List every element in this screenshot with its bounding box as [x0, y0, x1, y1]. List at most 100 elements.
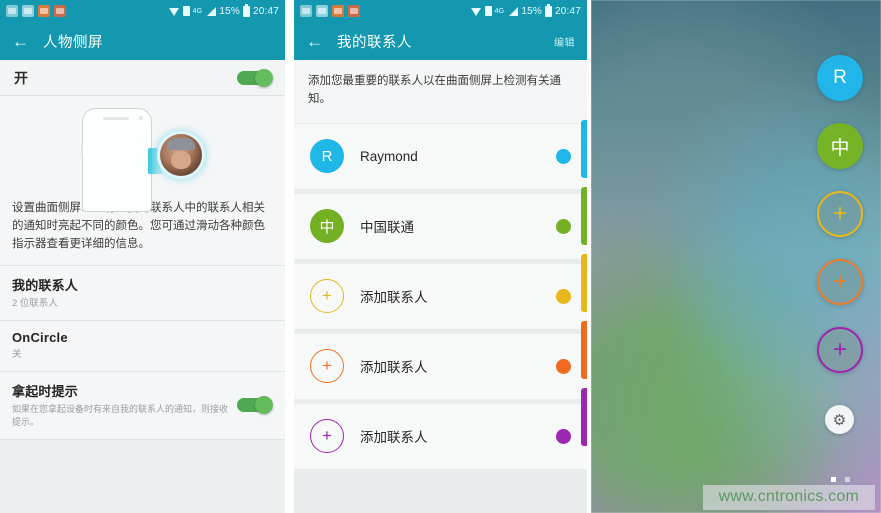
edge-color-strip [581, 388, 587, 446]
switch-knob [255, 396, 273, 415]
app-red-icon [54, 5, 66, 17]
sidebar-item-lift-alert[interactable]: 拿起时提示 如果在您拿起设备时有来自我的联系人的通知，则接收提示。 [0, 371, 285, 440]
contact-avatar: R [310, 139, 344, 174]
message-icon [6, 5, 18, 17]
contact-name: 添加联系人 [360, 290, 428, 306]
list-item-title: 我的联系人 [12, 278, 79, 294]
contact-name: 添加联系人 [360, 430, 428, 446]
contact-row[interactable]: 中中国联通 [294, 192, 587, 259]
sim-icon [484, 6, 492, 16]
signal-icon [507, 6, 519, 16]
color-indicator-dot[interactable] [556, 288, 571, 304]
wifi-icon [470, 7, 482, 16]
switch-knob [255, 68, 273, 87]
master-toggle-switch[interactable] [237, 68, 273, 87]
add-contact-row[interactable]: + 添加联系人 [294, 332, 587, 399]
battery-icon [242, 3, 250, 17]
color-indicator-dot[interactable] [556, 428, 571, 444]
edge-add-contact-button[interactable]: + [817, 191, 863, 237]
contact-name: 中国联通 [360, 220, 414, 236]
contact-list: R Raymond 中中国联通 + 添加联系人 + 添加联系人 + 添加联系人 [294, 122, 587, 469]
add-contact-row[interactable]: + 添加联系人 [294, 262, 587, 329]
app-orange-icon [38, 5, 50, 17]
lift-alert-toggle-switch[interactable] [237, 396, 273, 415]
phone-screen-my-contacts: 4G 15% 20:47 ← 我的联系人 编辑 添加您最重要的联系人以在曲面侧屏… [294, 0, 587, 513]
contact-name: 添加联系人 [360, 360, 428, 376]
message-icon [300, 5, 312, 17]
sim-icon [182, 6, 190, 16]
add-contact-icon: + [310, 419, 344, 454]
list-item-subtitle: 如果在您拿起设备时有来自我的联系人的通知，则接收提示。 [12, 403, 229, 428]
edge-color-strip [581, 321, 587, 379]
list-item-subtitle: 关 [12, 349, 22, 361]
page-dot[interactable] [845, 477, 850, 482]
edge-contact-button[interactable]: 中 [817, 123, 863, 169]
sidebar-item-oncircle[interactable]: OnCircle 关 [0, 321, 285, 372]
edit-button[interactable]: 编辑 [554, 34, 575, 49]
status-system-icons: 4G 15% 20:47 [168, 3, 279, 17]
page-title: 人物侧屏 [43, 34, 103, 51]
watermark: www.cntronics.com [702, 485, 875, 510]
wifi-icon [168, 7, 180, 16]
gear-glyph: ⚙ [832, 411, 847, 429]
page-title: 我的联系人 [337, 34, 412, 51]
add-contact-row[interactable]: + 添加联系人 [294, 402, 587, 469]
screenshot-root: 4G 15% 20:47 ← 人物侧屏 开 设置曲面侧屏以在有与我的联系 [0, 0, 881, 513]
list-item-title: OnCircle [12, 330, 68, 346]
clock: 20:47 [554, 5, 581, 17]
contact-row[interactable]: R Raymond [294, 122, 587, 189]
status-notification-icons [6, 5, 66, 17]
battery-icon [544, 3, 552, 17]
master-toggle-row[interactable]: 开 [0, 60, 285, 96]
phone-screen-edge-overlay: R 中 + + + ⚙ www.cntronics.com [591, 0, 881, 513]
phone-graphic [80, 108, 152, 212]
sidebar-item-my-contacts[interactable]: 我的联系人 2 位联系人 [0, 266, 285, 322]
status-system-icons: 4G 15% 20:47 [470, 3, 581, 17]
battery-percent: 15% [521, 5, 542, 17]
phone-camera-icon [139, 116, 143, 120]
app-orange-icon [332, 5, 344, 17]
back-icon[interactable]: ← [12, 33, 29, 50]
back-icon[interactable]: ← [306, 33, 323, 50]
color-indicator-dot[interactable] [556, 358, 571, 374]
edge-add-contact-button[interactable]: + [817, 327, 863, 373]
add-contact-icon: + [310, 279, 344, 314]
people-edge-panel: R 中 + + + ⚙ [777, 0, 881, 513]
contacts-body: 添加您最重要的联系人以在曲面侧屏上检测有关通知。 R Raymond 中中国联通 + 添… [294, 60, 587, 513]
mail-icon [316, 5, 328, 17]
status-bar: 4G 15% 20:47 [294, 0, 587, 22]
clock: 20:47 [252, 5, 279, 17]
contact-name: Raymond [360, 148, 418, 164]
phone-button-icon [80, 145, 83, 157]
add-contact-icon: + [310, 349, 344, 384]
edge-add-contact-button[interactable]: + [817, 259, 863, 305]
color-indicator-dot[interactable] [556, 148, 571, 164]
app-bar: ← 人物侧屏 [0, 22, 285, 60]
battery-percent: 15% [219, 5, 240, 17]
status-bar: 4G 15% 20:47 [0, 0, 285, 22]
edge-color-strip [581, 254, 587, 312]
contact-avatar: 中 [310, 209, 344, 244]
page-indicator [831, 477, 850, 482]
phone-screen-edge-people: 4G 15% 20:47 ← 人物侧屏 开 设置曲面侧屏以在有与我的联系 [0, 0, 285, 513]
app-red-icon [348, 5, 360, 17]
color-indicator-dot[interactable] [556, 218, 571, 234]
edge-contact-button[interactable]: R [817, 55, 863, 101]
edge-illustration [0, 96, 285, 212]
edge-color-strip [581, 187, 587, 245]
gear-icon[interactable]: ⚙ [825, 405, 854, 434]
contacts-description: 添加您最重要的联系人以在曲面侧屏上检测有关通知。 [294, 60, 587, 123]
edge-color-strip [581, 120, 587, 178]
master-toggle-label: 开 [14, 69, 28, 86]
signal-icon [205, 6, 217, 16]
app-bar: ← 我的联系人 编辑 [294, 22, 587, 60]
network-label: 4G [494, 7, 505, 15]
network-label: 4G [192, 7, 203, 15]
mail-icon [22, 5, 34, 17]
list-item-title: 拿起时提示 [12, 383, 79, 399]
panel-divider [285, 0, 294, 513]
phone-speaker-icon [103, 117, 129, 120]
page-dot[interactable] [831, 477, 836, 482]
status-notification-icons [300, 5, 360, 17]
list-item-subtitle: 2 位联系人 [12, 298, 58, 310]
